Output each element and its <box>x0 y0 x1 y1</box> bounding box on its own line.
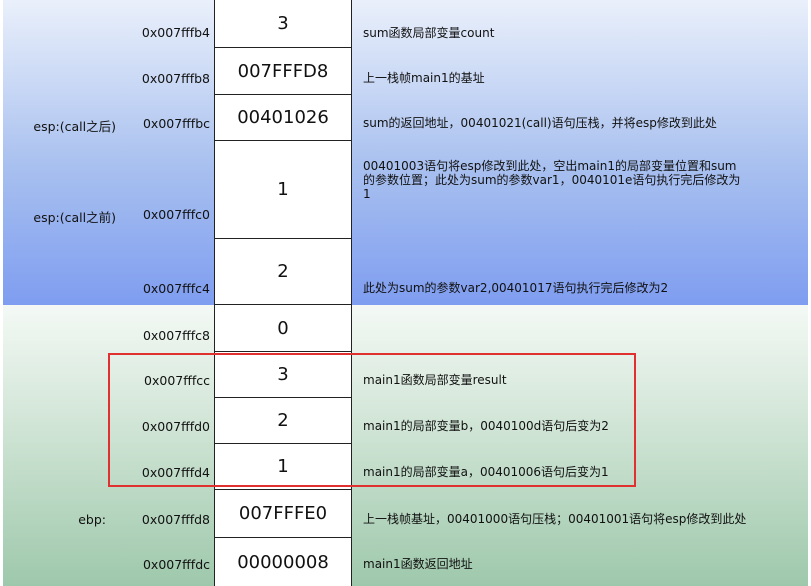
register-label: esp:(call之后) <box>33 119 116 134</box>
cell-value: 1 <box>277 179 289 200</box>
address-label: 0x007fffb8 <box>141 71 210 86</box>
stack-cell: 3 <box>214 0 352 48</box>
cell-value: 2 <box>277 410 289 431</box>
address-label: 0x007fffcc <box>144 373 210 388</box>
stack-cell: 1 <box>214 444 352 490</box>
stack-cell: 00000008 <box>214 538 352 586</box>
address-label: 0x007fffdc <box>142 557 210 572</box>
address-label: 0x007fffb4 <box>141 25 210 40</box>
lower-stack-region <box>3 305 808 586</box>
address-label: 0x007fffd0 <box>141 419 210 434</box>
stack-cell: 2 <box>214 239 352 305</box>
cell-description: main1的局部变量a，00401006语句后变为1 <box>363 465 609 479</box>
upper-stack-region <box>3 0 808 305</box>
address-label: 0x007fffc8 <box>142 328 210 343</box>
stack-cell: 2 <box>214 398 352 444</box>
address-label: 0x007fffc0 <box>142 207 210 222</box>
cell-value: 3 <box>277 13 289 34</box>
stack-cell: 00401026 <box>214 95 352 141</box>
cell-value: 3 <box>277 364 289 385</box>
stack-cell: 0 <box>214 305 352 352</box>
cell-value: 007FFFD8 <box>237 60 329 82</box>
stack-cell: 1 <box>214 141 352 239</box>
address-label: 0x007fffd4 <box>141 465 210 480</box>
cell-description: 00401003语句将esp修改到此处，空出main1的局部变量位置和sum的参… <box>363 159 741 201</box>
register-label: ebp: <box>78 512 106 527</box>
cell-value: 00401026 <box>237 107 329 128</box>
cell-value: 1 <box>277 456 289 477</box>
cell-description: sum的返回地址，00401021(call)语句压栈，并将esp修改到此处 <box>363 116 717 130</box>
cell-description: sum函数局部变量count <box>363 26 495 40</box>
address-label: 0x007fffd8 <box>141 512 210 527</box>
cell-description: 上一栈帧main1的基址 <box>363 71 485 85</box>
cell-description: 此处为sum的参数var2,00401017语句执行完后修改为2 <box>363 281 669 295</box>
cell-description: main1函数返回地址 <box>363 557 473 571</box>
stack-cell: 007FFFE0 <box>214 490 352 538</box>
cell-description: 上一栈帧基址，00401000语句压栈；00401001语句将esp修改到此处 <box>363 512 747 526</box>
address-label: 0x007fffc4 <box>142 281 210 296</box>
cell-value: 00000008 <box>237 551 329 573</box>
cell-value: 2 <box>277 261 289 282</box>
stack-cell: 007FFFD8 <box>214 48 352 95</box>
cell-description: main1函数局部变量result <box>363 373 507 387</box>
stack-cell: 3 <box>214 352 352 398</box>
cell-description: main1的局部变量b，0040100d语句后变为2 <box>363 419 609 433</box>
cell-value: 0 <box>277 317 289 339</box>
address-label: 0x007fffbc <box>142 116 210 131</box>
register-label: esp:(call之前) <box>33 210 116 225</box>
cell-value: 007FFFE0 <box>238 503 328 524</box>
